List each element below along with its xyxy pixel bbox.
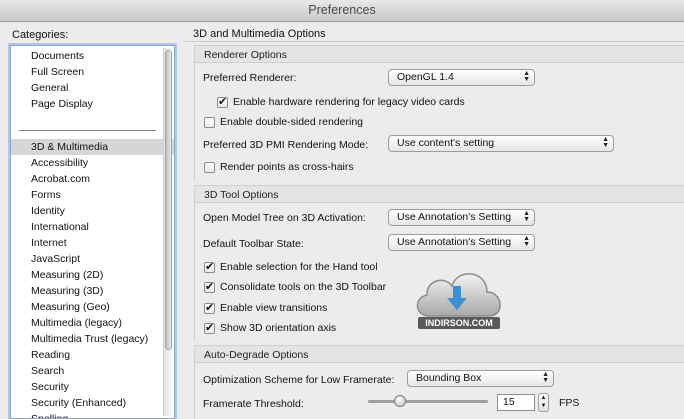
category-item[interactable]: Page Display <box>11 96 174 112</box>
framerate-threshold-slider[interactable] <box>368 395 488 407</box>
model-tree-select[interactable]: Use Annotation's Setting ▲ ▼ <box>388 209 535 226</box>
hand-tool-checkbox[interactable]: Enable selection for the Hand tool <box>204 260 378 273</box>
category-item[interactable]: Documents <box>11 48 174 64</box>
categories-list[interactable]: Documents Full Screen General Page Display 3… <box>10 45 175 419</box>
category-item[interactable]: Spelling <box>11 411 174 418</box>
fps-label: FPS <box>559 397 580 409</box>
category-item[interactable]: Measuring (3D) <box>11 283 174 299</box>
toolbar-state-select[interactable]: Use Annotation's Setting ▲ ▼ <box>388 234 535 251</box>
renderer-options-heading: Renderer Options <box>204 49 287 61</box>
categories-items: Documents Full Screen General Page Display 3… <box>11 46 174 418</box>
select-arrows-icon: ▲ ▼ <box>542 371 549 384</box>
category-item[interactable]: Identity <box>11 203 174 219</box>
window-title-bar: Preferences <box>0 0 684 22</box>
model-tree-label: Open Model Tree on 3D Activation: <box>203 212 366 224</box>
category-item[interactable]: 3D & Multimedia <box>11 139 174 155</box>
category-item[interactable]: Multimedia (legacy) <box>11 315 174 331</box>
category-spacer <box>11 112 174 123</box>
select-arrows-icon: ▲ ▼ <box>602 136 609 149</box>
hw-legacy-checkbox[interactable]: Enable hardware rendering for legacy vid… <box>217 95 465 108</box>
checkbox-unchecked-icon <box>204 161 215 173</box>
watermark-text: INDIRSON.COM <box>425 318 493 328</box>
framerate-threshold-input[interactable]: 15 <box>497 394 535 411</box>
tool-options-heading: 3D Tool Options <box>204 189 279 201</box>
select-arrows-icon: ▲ ▼ <box>523 235 530 248</box>
categories-scroll-thumb[interactable] <box>165 50 172 350</box>
category-item[interactable]: Search <box>11 363 174 379</box>
auto-degrade-heading: Auto-Degrade Options <box>204 349 309 361</box>
category-item[interactable]: Internet <box>11 235 174 251</box>
checkbox-checked-icon <box>204 280 215 293</box>
category-item[interactable]: JavaScript <box>11 251 174 267</box>
framerate-threshold-label: Framerate Threshold: <box>203 398 304 410</box>
page-title: 3D and Multimedia Options <box>193 28 326 40</box>
framerate-stepper[interactable]: ▲ ▼ <box>538 393 549 412</box>
category-item[interactable]: Security <box>11 379 174 395</box>
category-item[interactable]: Multimedia Trust (legacy) <box>11 331 174 347</box>
checkbox-checked-icon <box>204 301 215 314</box>
preferred-renderer-select[interactable]: OpenGL 1.4 ▲ ▼ <box>388 69 535 86</box>
category-separator <box>19 130 156 131</box>
category-item[interactable]: Measuring (Geo) <box>11 299 174 315</box>
category-item[interactable]: Security (Enhanced) <box>11 395 174 411</box>
window-title: Preferences <box>308 3 376 17</box>
crosshairs-checkbox[interactable]: Render points as cross-hairs <box>204 161 354 173</box>
optimization-scheme-label: Optimization Scheme for Low Framerate: <box>203 374 395 386</box>
category-item[interactable]: Forms <box>11 187 174 203</box>
checkbox-checked-icon <box>204 321 215 334</box>
preferred-renderer-label: Preferred Renderer: <box>203 72 297 84</box>
indirson-watermark-logo: INDIRSON.COM <box>416 273 501 329</box>
title-divider <box>185 41 684 42</box>
double-sided-checkbox[interactable]: Enable double-sided rendering <box>204 116 363 128</box>
checkbox-unchecked-icon <box>204 116 215 128</box>
checkbox-checked-icon <box>204 260 215 273</box>
category-item[interactable]: Accessibility <box>11 155 174 171</box>
select-arrows-icon: ▲ ▼ <box>523 210 530 223</box>
stepper-up-icon[interactable]: ▲ <box>541 395 547 401</box>
category-item[interactable]: Full Screen <box>11 64 174 80</box>
categories-label: Categories: <box>12 29 69 41</box>
view-transitions-checkbox[interactable]: Enable view transitions <box>204 301 327 314</box>
category-item[interactable]: Measuring (2D) <box>11 267 174 283</box>
category-item[interactable]: Acrobat.com <box>11 171 174 187</box>
category-item[interactable]: Reading <box>11 347 174 363</box>
checkbox-checked-icon <box>217 95 228 108</box>
category-item[interactable]: International <box>11 219 174 235</box>
select-arrows-icon: ▲ ▼ <box>523 70 530 83</box>
categories-scrollbar[interactable] <box>163 48 172 416</box>
optimization-scheme-select[interactable]: Bounding Box ▲ ▼ <box>407 370 554 387</box>
category-item[interactable]: General <box>11 80 174 96</box>
pmi-mode-label: Preferred 3D PMI Rendering Mode: <box>203 139 369 151</box>
consolidate-tools-checkbox[interactable]: Consolidate tools on the 3D Toolbar <box>204 280 386 293</box>
toolbar-state-label: Default Toolbar State: <box>203 238 304 250</box>
pmi-mode-select[interactable]: Use content's setting ▲ ▼ <box>388 135 614 152</box>
orientation-axis-checkbox[interactable]: Show 3D orientation axis <box>204 321 336 334</box>
stepper-down-icon[interactable]: ▼ <box>541 403 547 409</box>
